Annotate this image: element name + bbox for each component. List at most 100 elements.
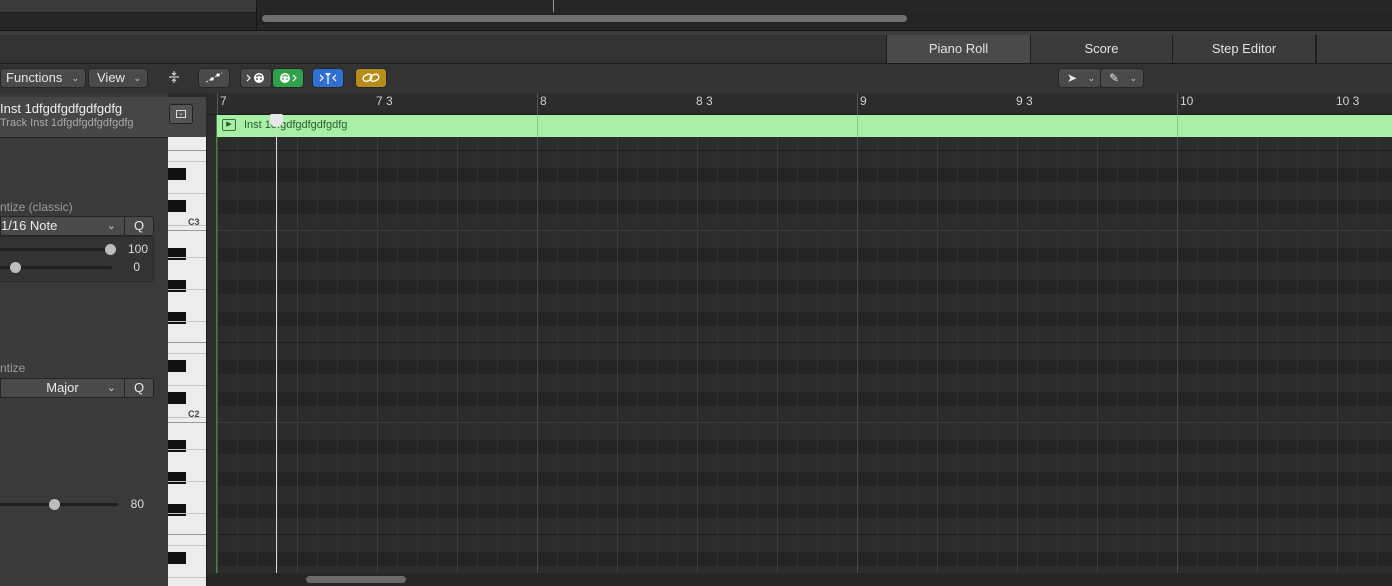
key-label-c3: C3 — [188, 217, 200, 227]
chevron-down-icon: ⌄ — [176, 110, 186, 118]
grid-line — [1157, 137, 1158, 573]
white-key-divider — [168, 545, 206, 546]
collapse-icon — [169, 71, 179, 83]
black-key[interactable] — [168, 504, 186, 516]
grid-line — [777, 137, 778, 573]
velocity-slider-knob[interactable] — [49, 499, 60, 510]
time-quantize-button[interactable]: Q — [124, 216, 154, 236]
grid-line — [1377, 137, 1378, 573]
white-key-divider — [168, 150, 206, 151]
grid-line — [257, 137, 258, 573]
octave-line — [217, 422, 1392, 423]
black-key[interactable] — [168, 392, 186, 404]
grid-line — [537, 137, 538, 573]
time-quantize-select[interactable]: 1/16 Note ⌄ — [0, 216, 125, 236]
tracks-scrollbar-thumb[interactable] — [262, 15, 907, 22]
black-key[interactable] — [168, 472, 186, 484]
midi-draw-button[interactable] — [198, 68, 230, 88]
grid-line — [957, 137, 958, 573]
midi-out-button[interactable] — [272, 68, 304, 88]
tab-piano-roll[interactable]: Piano Roll — [886, 35, 1030, 63]
white-key-divider — [168, 161, 206, 162]
grid-line — [337, 137, 338, 573]
grid-line — [277, 137, 278, 573]
ruler-bar-label: 9 3 — [1016, 94, 1033, 108]
grid-line — [837, 137, 838, 573]
grid-line — [437, 137, 438, 573]
functions-menu[interactable]: Functions ⌄ — [0, 68, 86, 88]
black-key[interactable] — [168, 440, 186, 452]
black-key-lane — [217, 472, 1392, 486]
playhead-handle[interactable] — [270, 114, 283, 127]
grid-line — [757, 137, 758, 573]
grid-line — [657, 137, 658, 573]
black-key[interactable] — [168, 552, 186, 564]
black-key-lane — [217, 440, 1392, 454]
white-key-divider — [168, 449, 206, 450]
view-menu[interactable]: View ⌄ — [88, 68, 148, 88]
black-key-lane — [217, 280, 1392, 294]
playhead[interactable] — [276, 115, 277, 586]
white-key-divider — [168, 193, 206, 194]
black-key-lane — [217, 248, 1392, 262]
region-bar-line — [857, 115, 858, 137]
black-key-lane — [217, 360, 1392, 374]
region-start-line — [216, 115, 217, 573]
grid-line — [697, 137, 698, 573]
grid-line — [897, 137, 898, 573]
strength-slider[interactable] — [0, 248, 112, 251]
black-key-lane — [217, 312, 1392, 326]
grid-line — [1257, 137, 1258, 573]
region-name: Inst 1dfgdfgdfgdfgdfg — [244, 119, 348, 131]
tab-step-editor[interactable]: Step Editor — [1172, 35, 1316, 63]
chevron-down-icon: ⌄ — [106, 220, 116, 232]
horizontal-scrollbar-thumb[interactable] — [306, 576, 406, 583]
white-key-divider — [168, 257, 206, 258]
collapse-button[interactable] — [160, 68, 188, 88]
grid-line — [297, 137, 298, 573]
grid-line — [457, 137, 458, 573]
midi-region-header[interactable] — [217, 115, 1392, 137]
white-key-divider — [168, 422, 206, 423]
scale-quantize-select[interactable]: Major ⌄ — [0, 378, 125, 398]
grid-line — [1197, 137, 1198, 573]
link-button[interactable] — [355, 68, 387, 88]
command-click-tool-menu[interactable]: ✎ ⌄ — [1100, 68, 1144, 88]
grid-line — [1077, 137, 1078, 573]
scale-quantize-button[interactable]: Q — [124, 378, 154, 398]
white-key-divider — [168, 513, 206, 514]
white-key-divider — [168, 577, 206, 578]
midi-in-button[interactable] — [240, 68, 272, 88]
grid-line — [677, 137, 678, 573]
divider — [206, 137, 207, 586]
black-key[interactable] — [168, 360, 186, 372]
black-key[interactable] — [168, 248, 186, 260]
ruler-bar-label: 8 3 — [696, 94, 713, 108]
scale-quantize-label: ntize — [0, 361, 26, 375]
black-key[interactable] — [168, 200, 186, 212]
left-click-tool-menu[interactable]: ➤ ⌄ — [1058, 68, 1102, 88]
black-key[interactable] — [168, 312, 186, 324]
ruler-bar-label: 10 — [1180, 94, 1194, 108]
swing-slider-knob[interactable] — [10, 262, 21, 273]
grid-line — [617, 137, 618, 573]
catch-icon — [319, 73, 337, 84]
white-key-divider — [168, 225, 206, 226]
inspector-toggle-button[interactable]: ⌄ — [169, 104, 193, 124]
grid-line — [597, 137, 598, 573]
white-key-divider — [168, 342, 206, 343]
catch-playhead-button[interactable] — [312, 68, 344, 88]
black-key[interactable] — [168, 168, 186, 180]
black-key[interactable] — [168, 280, 186, 292]
grid-line — [797, 137, 798, 573]
black-key-lane — [217, 392, 1392, 406]
white-key-divider — [168, 481, 206, 482]
ruler-bar-label: 10 3 — [1336, 94, 1360, 108]
velocity-value: 80 — [130, 497, 144, 511]
pencil-icon: ✎ — [1109, 71, 1120, 85]
black-key-lane — [217, 168, 1392, 182]
tab-score[interactable]: Score — [1030, 35, 1172, 63]
ruler-bar-label: 9 — [860, 94, 867, 108]
ruler-tick — [537, 93, 538, 115]
tab-bar-spacer — [1316, 35, 1392, 63]
